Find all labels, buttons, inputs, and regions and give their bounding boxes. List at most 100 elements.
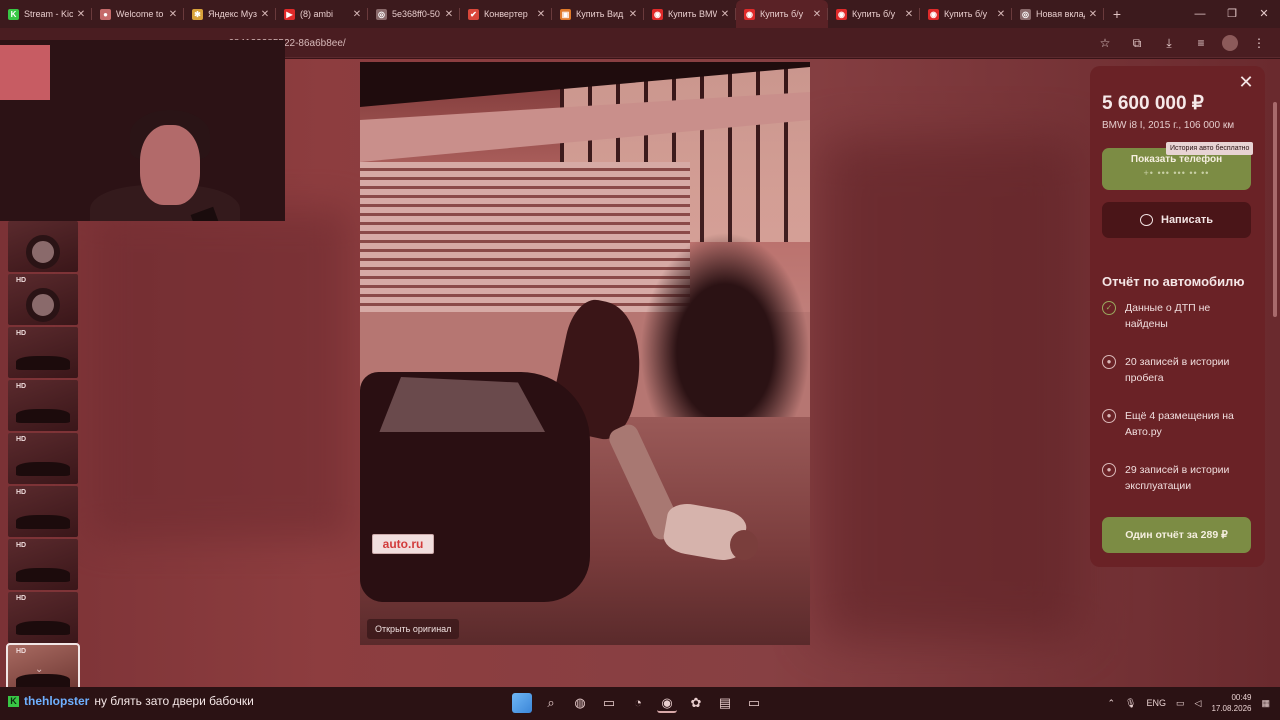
photo-thumbnail[interactable]: HD: [8, 486, 78, 537]
browser-tab[interactable]: ▶ (8) ambi ✕: [276, 0, 368, 28]
scrollbar-thumb[interactable]: [1273, 102, 1277, 317]
photo-thumbnail[interactable]: HD: [8, 274, 78, 325]
license-plate: auto.ru: [372, 534, 434, 554]
reading-list-icon[interactable]: ≡: [1190, 33, 1212, 53]
window-controls: — ❐ ✕: [1184, 0, 1280, 28]
profile-avatar[interactable]: [1222, 35, 1238, 51]
tray-chevron-up-icon[interactable]: ⌃: [1108, 698, 1116, 709]
terminal-icon[interactable]: ▭: [744, 693, 764, 713]
kick-icon: K: [8, 695, 19, 707]
report-item: ✓ Данные о ДТП не найдены: [1102, 300, 1252, 332]
network-icon[interactable]: ▭: [1176, 698, 1185, 709]
photo-thumbnail[interactable]: [8, 221, 78, 272]
system-tray: ⌃ 🎙 ENG ▭ ◁ 00:49 17.08.2026 ▦: [1108, 692, 1271, 714]
tab-close-icon[interactable]: ✕: [1088, 9, 1098, 20]
tab-favicon-icon: ◎: [376, 8, 387, 20]
tab-favicon-icon: ◉: [928, 8, 939, 20]
tab-label: Купить б/у: [760, 9, 804, 19]
minimize-icon[interactable]: —: [1184, 0, 1216, 28]
photo-thumbnail[interactable]: HD: [8, 592, 78, 643]
close-window-icon[interactable]: ✕: [1248, 0, 1280, 28]
tab-label: Stream - Kick: [24, 9, 73, 19]
tab-close-icon[interactable]: ✕: [260, 9, 270, 20]
bookmark-star-icon[interactable]: ☆: [1094, 33, 1116, 53]
notifications-icon[interactable]: ▦: [1261, 698, 1270, 709]
tab-favicon-icon: ▶: [284, 8, 295, 20]
chrome-icon[interactable]: ◉: [657, 693, 677, 713]
obs-icon[interactable]: ◔: [628, 693, 648, 713]
photo-thumbnail[interactable]: HD: [8, 380, 78, 431]
write-button[interactable]: Написать: [1102, 202, 1251, 238]
webcam-lamp: [0, 45, 50, 100]
tab-close-icon[interactable]: ✕: [536, 9, 546, 20]
listing-subtitle: BMW i8 I, 2015 г., 106 000 км: [1102, 120, 1235, 131]
browser-tab[interactable]: ◎ Новая вклад ✕: [1012, 0, 1104, 28]
hd-badge: HD: [16, 489, 27, 496]
blurred-background: [820, 139, 1080, 639]
browser-tab[interactable]: K Stream - Kick ✕: [0, 0, 92, 28]
tab-close-icon[interactable]: ✕: [444, 9, 454, 20]
tab-favicon-icon: ◉: [744, 8, 755, 20]
notepad-icon[interactable]: ▤: [715, 693, 735, 713]
lock-icon: ●: [1102, 463, 1116, 477]
photo-person: [580, 421, 770, 582]
open-original-link[interactable]: Открыть оригинал: [367, 619, 460, 639]
taskbar-apps: ■ ⌕ ◍ ▭ ◔ ◉ ✿ ▤ ▭: [512, 693, 764, 713]
hd-badge: HD: [16, 330, 27, 337]
tab-label: Купить б/у: [852, 9, 896, 19]
report-item: ● 20 записей в истории пробега: [1102, 354, 1252, 386]
tab-close-icon[interactable]: ✕: [996, 9, 1006, 20]
browser-tab[interactable]: ● Welcome to ✕: [92, 0, 184, 28]
extensions-icon[interactable]: ⧉: [1126, 33, 1148, 53]
close-icon[interactable]: ✕: [1236, 72, 1256, 92]
language-indicator[interactable]: ENG: [1146, 698, 1166, 708]
browser-tab[interactable]: ◉ Купить б/у ✕: [828, 0, 920, 28]
buy-report-button[interactable]: Один отчёт за 289 ₽: [1102, 517, 1251, 553]
steam-icon[interactable]: ◍: [570, 693, 590, 713]
messenger-icon[interactable]: ✿: [686, 693, 706, 713]
browser-tab[interactable]: ◉ Купить б/у ✕: [920, 0, 1012, 28]
browser-tab[interactable]: ▣ Купить Вид ✕: [552, 0, 644, 28]
downloads-icon[interactable]: ⤓: [1158, 33, 1180, 53]
new-tab-button[interactable]: +: [1104, 6, 1130, 22]
volume-icon[interactable]: ◁: [1195, 698, 1202, 709]
tab-label: Купить BMW: [668, 9, 717, 19]
main-photo[interactable]: [360, 62, 810, 645]
tab-close-icon[interactable]: ✕: [76, 9, 86, 20]
browser-tab[interactable]: ✔ Конвертер ✕: [460, 0, 552, 28]
tab-close-icon[interactable]: ✕: [812, 9, 822, 20]
search-icon[interactable]: ⌕: [541, 693, 561, 713]
browser-tab[interactable]: ◉ Купить б/у ✕: [736, 0, 828, 28]
photo-thumbnail[interactable]: HD: [8, 327, 78, 378]
hd-badge: HD: [16, 436, 27, 443]
browser-tab[interactable]: ◎ 5e368ff0-50 ✕: [368, 0, 460, 28]
folder-icon[interactable]: ▭: [599, 693, 619, 713]
clock-time: 00:49: [1231, 693, 1252, 702]
tab-label: 5e368ff0-50: [392, 9, 440, 19]
thumbnail-wheel: [26, 235, 60, 269]
browser-tab[interactable]: ◉ Купить BMW ✕: [644, 0, 736, 28]
tab-close-icon[interactable]: ✕: [904, 9, 914, 20]
tab-close-icon[interactable]: ✕: [352, 9, 362, 20]
photo-thumbnail[interactable]: HD: [8, 433, 78, 484]
windows-start-icon[interactable]: ■: [512, 693, 532, 713]
microphone-icon[interactable]: 🎙: [1125, 698, 1136, 709]
report-item: ● 29 записей в истории эксплуатации: [1102, 462, 1252, 494]
lock-icon: ●: [1102, 409, 1116, 423]
tab-close-icon[interactable]: ✕: [628, 9, 638, 20]
tab-close-icon[interactable]: ✕: [168, 9, 178, 20]
tab-close-icon[interactable]: ✕: [720, 9, 730, 20]
photo-thumbnail[interactable]: HD: [8, 539, 78, 590]
restore-icon[interactable]: ❐: [1216, 0, 1248, 28]
report-item-text: 20 записей в истории пробега: [1125, 356, 1230, 384]
tab-favicon-icon: ◉: [652, 8, 663, 20]
chevron-down-icon[interactable]: ⌄: [35, 664, 43, 675]
page-scrollbar[interactable]: [1272, 62, 1278, 682]
clock[interactable]: 00:49 17.08.2026: [1211, 692, 1251, 714]
blurred-background: [90, 209, 350, 539]
thumbnail-car: [16, 568, 70, 582]
menu-icon[interactable]: ⋮: [1248, 33, 1270, 53]
browser-tab[interactable]: ✱ Яндекс Музы✕: [184, 0, 276, 28]
hd-badge: HD: [16, 542, 27, 549]
check-circle-icon: ✓: [1102, 301, 1116, 315]
